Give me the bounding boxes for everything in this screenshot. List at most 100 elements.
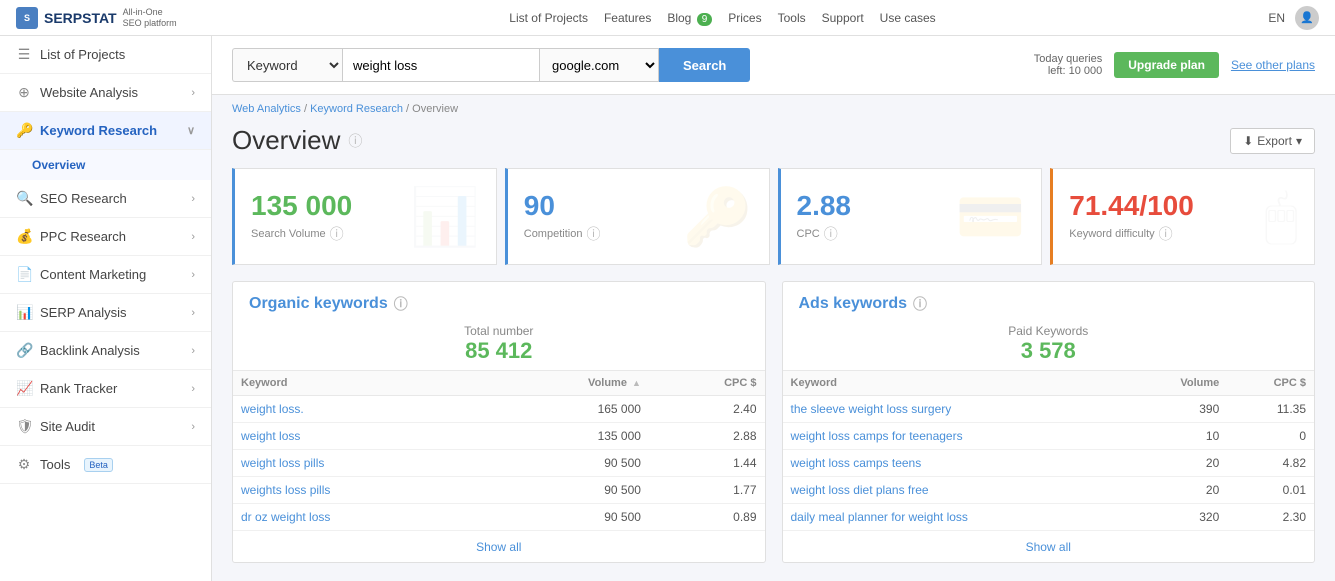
- sidebar-item-backlink-analysis[interactable]: 🔗 Backlink Analysis ›: [0, 332, 211, 370]
- organic-table-row: weights loss pills 90 500 1.77: [233, 477, 765, 504]
- search-button[interactable]: Search: [659, 48, 750, 82]
- ads-keyword-link[interactable]: weight loss camps for teenagers: [791, 429, 963, 443]
- stat-card-cpc: 2.88 CPC ⓘ 💳: [778, 168, 1043, 265]
- tables-row: Organic keywords ⓘ Total number 85 412 K…: [232, 281, 1315, 563]
- organic-cpc-cell: 0.89: [649, 504, 765, 531]
- organic-table: Keyword Volume ▲ CPC $: [233, 370, 765, 531]
- ads-volume-cell: 20: [1129, 450, 1227, 477]
- breadcrumb-keyword-research[interactable]: Keyword Research: [310, 103, 403, 115]
- ads-keyword-link[interactable]: weight loss camps teens: [791, 456, 922, 470]
- other-plans-link[interactable]: See other plans: [1231, 58, 1315, 72]
- logo-text: SERPSTAT: [44, 10, 117, 26]
- chevron-right-rank-icon: ›: [191, 383, 195, 395]
- organic-show-all[interactable]: Show all: [233, 531, 765, 562]
- main-layout: ☰ List of Projects ⊕ Website Analysis › …: [0, 36, 1335, 581]
- title-info-icon[interactable]: ⓘ: [348, 131, 362, 151]
- sidebar-label-ppc-research: PPC Research: [40, 229, 126, 244]
- organic-keyword-link[interactable]: weight loss.: [241, 402, 304, 416]
- ads-table-row: weight loss diet plans free 20 0.01: [783, 477, 1315, 504]
- hamburger-icon: ☰: [16, 46, 32, 63]
- organic-keyword-cell: weights loss pills: [233, 477, 485, 504]
- sidebar-item-list-of-projects[interactable]: ☰ List of Projects: [0, 36, 211, 74]
- engine-select[interactable]: google.com google.co.uk bing.com: [539, 48, 659, 82]
- search-volume-info-icon[interactable]: ⓘ: [330, 224, 344, 244]
- chevron-right-ppc-icon: ›: [191, 231, 195, 243]
- stat-card-search-volume: 135 000 Search Volume ⓘ 📊: [232, 168, 497, 265]
- content-area: Keyword Domain URL google.com google.co.…: [212, 36, 1335, 581]
- ads-table-row: weight loss camps teens 20 4.82: [783, 450, 1315, 477]
- chevron-right-seo-icon: ›: [191, 193, 195, 205]
- sidebar-item-keyword-research[interactable]: 🔑 Keyword Research ∨: [0, 112, 211, 150]
- support-nav-link[interactable]: Support: [822, 11, 864, 25]
- export-button[interactable]: ⬇ Export ▾: [1230, 128, 1315, 154]
- sidebar-item-site-audit[interactable]: 🛡 Site Audit ›: [0, 408, 211, 446]
- search-input[interactable]: [342, 48, 539, 82]
- keyword-research-icon: 🔑: [16, 122, 32, 139]
- list-of-projects-topnav-link[interactable]: List of Projects: [509, 11, 588, 25]
- site-audit-icon: 🛡: [16, 418, 32, 435]
- ads-cpc-cell: 0.01: [1227, 477, 1314, 504]
- organic-volume-cell: 90 500: [485, 504, 649, 531]
- rank-tracker-icon: 📈: [16, 380, 32, 397]
- sidebar-item-content-marketing[interactable]: 📄 Content Marketing ›: [0, 256, 211, 294]
- cpc-value: 2.88: [797, 190, 944, 222]
- blog-nav-link[interactable]: Blog 9: [667, 11, 712, 25]
- user-avatar[interactable]: 👤: [1295, 6, 1319, 30]
- organic-keyword-link[interactable]: dr oz weight loss: [241, 510, 330, 524]
- sidebar-subitem-overview[interactable]: Overview: [0, 150, 211, 180]
- organic-col-volume[interactable]: Volume ▲: [485, 371, 649, 396]
- competition-bg-icon: 🔑: [683, 184, 753, 250]
- competition-info-icon[interactable]: ⓘ: [586, 224, 600, 244]
- sidebar-item-ppc-research[interactable]: 💰 PPC Research ›: [0, 218, 211, 256]
- ads-table-row: daily meal planner for weight loss 320 2…: [783, 504, 1315, 531]
- upgrade-button[interactable]: Upgrade plan: [1114, 52, 1219, 78]
- tools-nav-link[interactable]: Tools: [778, 11, 806, 25]
- sidebar-label-backlink-analysis: Backlink Analysis: [40, 343, 140, 358]
- ads-col-volume: Volume: [1129, 371, 1227, 396]
- chevron-right-serp-icon: ›: [191, 307, 195, 319]
- search-bar: Keyword Domain URL google.com google.co.…: [212, 36, 1335, 95]
- use-cases-nav-link[interactable]: Use cases: [880, 11, 936, 25]
- organic-keyword-link[interactable]: weights loss pills: [241, 483, 330, 497]
- ads-total-value: 3 578: [789, 338, 1309, 364]
- sidebar-item-website-analysis[interactable]: ⊕ Website Analysis ›: [0, 74, 211, 112]
- organic-keyword-link[interactable]: weight loss: [241, 429, 300, 443]
- export-down-icon: ⬇: [1243, 134, 1253, 148]
- organic-title-info-icon[interactable]: ⓘ: [394, 294, 408, 314]
- ads-volume-cell: 390: [1129, 396, 1227, 423]
- ads-keyword-cell: weight loss camps teens: [783, 450, 1129, 477]
- page-title: Overview ⓘ: [232, 125, 362, 156]
- ads-cpc-cell: 11.35: [1227, 396, 1314, 423]
- cpc-info-icon[interactable]: ⓘ: [824, 224, 838, 244]
- competition-value: 90: [524, 190, 671, 222]
- search-type-select[interactable]: Keyword Domain URL: [232, 48, 342, 82]
- ads-keyword-link[interactable]: the sleeve weight loss surgery: [791, 402, 952, 416]
- sidebar-item-tools[interactable]: ⚙ Tools Beta: [0, 446, 211, 484]
- ads-title-info-icon[interactable]: ⓘ: [913, 294, 927, 314]
- features-nav-link[interactable]: Features: [604, 11, 651, 25]
- ads-show-all[interactable]: Show all: [783, 531, 1315, 562]
- organic-total-label: Total number: [239, 324, 759, 338]
- sidebar-item-serp-analysis[interactable]: 📊 SERP Analysis ›: [0, 294, 211, 332]
- sidebar-item-seo-research[interactable]: 🔍 SEO Research ›: [0, 180, 211, 218]
- breadcrumb-web-analytics[interactable]: Web Analytics: [232, 103, 301, 115]
- queries-count: left: 10 000: [1034, 65, 1103, 77]
- prices-nav-link[interactable]: Prices: [728, 11, 761, 25]
- organic-table-row: weight loss 135 000 2.88: [233, 423, 765, 450]
- organic-keyword-link[interactable]: weight loss pills: [241, 456, 324, 470]
- language-selector[interactable]: EN: [1268, 11, 1285, 25]
- cpc-bg-icon: 💳: [956, 184, 1026, 250]
- organic-volume-cell: 90 500: [485, 477, 649, 504]
- keyword-difficulty-info-icon[interactable]: ⓘ: [1159, 224, 1173, 244]
- logo: S SERPSTAT All-in-One SEO platform: [16, 7, 177, 29]
- organic-keyword-cell: weight loss: [233, 423, 485, 450]
- ads-keyword-link[interactable]: weight loss diet plans free: [791, 483, 929, 497]
- logo-icon: S: [16, 7, 38, 29]
- search-volume-value: 135 000: [251, 190, 398, 222]
- sidebar-item-rank-tracker[interactable]: 📈 Rank Tracker ›: [0, 370, 211, 408]
- ads-keywords-section: Ads keywords ⓘ Paid Keywords 3 578 Keywo…: [782, 281, 1316, 563]
- competition-label: Competition ⓘ: [524, 224, 671, 244]
- search-volume-label: Search Volume ⓘ: [251, 224, 398, 244]
- ads-cpc-cell: 0: [1227, 423, 1314, 450]
- ads-keyword-link[interactable]: daily meal planner for weight loss: [791, 510, 968, 524]
